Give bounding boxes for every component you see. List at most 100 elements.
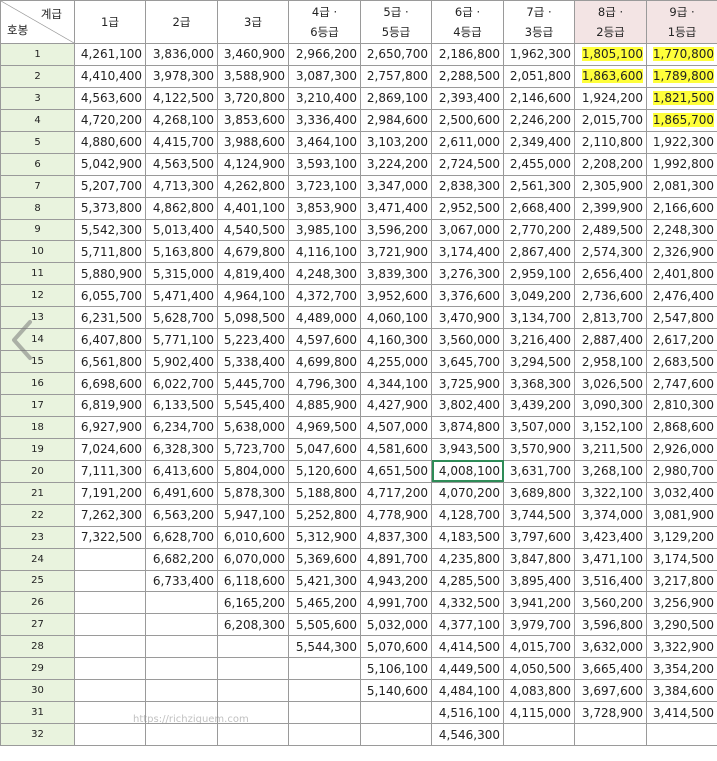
salary-cell[interactable]: 3,689,800 [503,481,575,505]
salary-cell[interactable]: 4,516,100 [431,701,504,725]
salary-cell[interactable]: 5,878,300 [217,481,289,505]
salary-cell[interactable] [574,723,647,746]
salary-cell[interactable]: 5,421,300 [288,569,361,593]
step-number-cell[interactable]: 17 [0,394,75,417]
salary-cell[interactable]: 4,862,800 [145,196,218,220]
salary-cell[interactable]: 4,449,500 [431,657,504,681]
salary-cell[interactable]: 4,891,700 [360,547,432,571]
salary-cell[interactable]: 3,067,000 [431,218,504,242]
salary-cell[interactable]: 4,285,500 [431,569,504,593]
salary-cell[interactable]: 4,717,200 [360,481,432,505]
salary-cell[interactable]: 4,083,800 [503,679,575,703]
salary-cell[interactable] [217,679,289,703]
salary-cell[interactable]: 4,427,900 [360,394,432,417]
salary-cell[interactable]: 4,597,600 [288,328,361,352]
salary-cell[interactable] [217,723,289,746]
salary-cell[interactable]: 3,290,500 [646,613,717,637]
salary-cell[interactable] [145,657,218,681]
salary-cell[interactable]: 7,024,600 [74,437,146,461]
step-number-cell[interactable]: 26 [0,591,75,615]
salary-cell[interactable]: 3,952,600 [360,284,432,308]
salary-cell[interactable]: 2,867,400 [503,240,575,264]
step-number-cell[interactable]: 31 [0,701,75,725]
step-number-cell[interactable]: 6 [0,152,75,176]
salary-cell[interactable]: 4,128,700 [431,503,504,527]
salary-cell[interactable] [360,701,432,725]
salary-cell[interactable]: 6,022,700 [145,372,218,395]
salary-cell[interactable]: 5,013,400 [145,218,218,242]
salary-cell[interactable]: 3,588,900 [217,64,289,88]
salary-cell[interactable]: 4,969,500 [288,415,361,439]
salary-cell[interactable]: 2,561,300 [503,174,575,198]
salary-cell[interactable]: 2,186,800 [431,43,504,66]
salary-cell[interactable]: 3,336,400 [288,108,361,132]
salary-cell[interactable]: 2,683,500 [646,350,717,374]
salary-cell[interactable] [646,723,717,746]
salary-cell[interactable]: 2,166,600 [646,196,717,220]
salary-cell[interactable]: 1,922,300 [646,130,717,154]
salary-cell[interactable]: 6,407,800 [74,328,146,352]
salary-cell[interactable]: 6,563,200 [145,503,218,527]
salary-cell[interactable]: 4,332,500 [431,591,504,615]
salary-cell[interactable]: 5,163,800 [145,240,218,264]
salary-cell[interactable]: 6,208,300 [217,613,289,637]
step-number-cell[interactable]: 11 [0,262,75,286]
salary-cell[interactable]: 4,160,300 [360,328,432,352]
salary-cell[interactable]: 5,369,600 [288,547,361,571]
salary-cell[interactable] [74,723,146,746]
salary-cell[interactable]: 4,183,500 [431,525,504,549]
salary-cell[interactable]: 2,668,400 [503,196,575,220]
salary-cell[interactable]: 4,484,100 [431,679,504,703]
salary-cell[interactable]: 2,926,000 [646,437,717,461]
salary-cell[interactable]: 3,322,100 [574,481,647,505]
salary-cell[interactable]: 4,778,900 [360,503,432,527]
salary-cell[interactable]: 3,943,500 [431,437,504,461]
salary-cell[interactable]: 4,796,300 [288,372,361,395]
salary-cell[interactable]: 3,853,600 [217,108,289,132]
salary-cell[interactable]: 5,338,400 [217,350,289,374]
salary-cell[interactable]: 5,188,800 [288,481,361,505]
salary-cell[interactable]: 4,372,700 [288,284,361,308]
salary-cell[interactable]: 3,174,500 [646,547,717,571]
salary-cell[interactable]: 4,713,300 [145,174,218,198]
salary-cell[interactable]: 3,516,400 [574,569,647,593]
salary-cell[interactable]: 2,650,700 [360,43,432,66]
salary-cell[interactable]: 3,423,400 [574,525,647,549]
salary-cell[interactable]: 5,140,600 [360,679,432,703]
salary-cell[interactable]: 2,868,600 [646,415,717,439]
salary-cell[interactable]: 4,991,700 [360,591,432,615]
salary-cell[interactable]: 3,460,900 [217,43,289,66]
step-number-cell[interactable]: 4 [0,108,75,132]
salary-cell[interactable]: 3,632,000 [574,635,647,659]
salary-cell[interactable]: 2,813,700 [574,306,647,330]
salary-cell[interactable]: 6,927,900 [74,415,146,439]
salary-cell[interactable]: 3,216,400 [503,328,575,352]
salary-cell[interactable]: 6,055,700 [74,284,146,308]
salary-cell[interactable]: 2,952,500 [431,196,504,220]
salary-cell[interactable]: 4,837,300 [360,525,432,549]
salary-cell[interactable]: 4,720,200 [74,108,146,132]
salary-cell[interactable]: 2,248,300 [646,218,717,242]
salary-cell[interactable]: 1,805,100 [574,43,647,66]
salary-cell[interactable] [503,723,575,746]
salary-cell[interactable]: 5,252,800 [288,503,361,527]
salary-cell[interactable]: 2,757,800 [360,64,432,88]
salary-cell[interactable]: 3,032,400 [646,481,717,505]
step-number-cell[interactable]: 1 [0,43,75,66]
salary-cell[interactable]: 3,347,000 [360,174,432,198]
salary-cell[interactable]: 2,401,800 [646,262,717,286]
salary-cell[interactable]: 3,090,300 [574,394,647,417]
salary-cell[interactable]: 3,174,400 [431,240,504,264]
salary-cell[interactable]: 4,943,200 [360,569,432,593]
salary-cell[interactable]: 3,560,200 [574,591,647,615]
salary-cell[interactable]: 3,725,900 [431,372,504,395]
salary-cell[interactable]: 5,545,400 [217,394,289,417]
salary-cell[interactable]: 4,563,600 [74,86,146,110]
salary-cell[interactable]: 3,087,300 [288,64,361,88]
step-number-cell[interactable]: 21 [0,481,75,505]
salary-cell[interactable]: 3,211,500 [574,437,647,461]
salary-cell[interactable]: 2,246,200 [503,108,575,132]
salary-cell[interactable]: 2,810,300 [646,394,717,417]
salary-cell[interactable]: 3,847,800 [503,547,575,571]
salary-cell[interactable]: 4,268,100 [145,108,218,132]
